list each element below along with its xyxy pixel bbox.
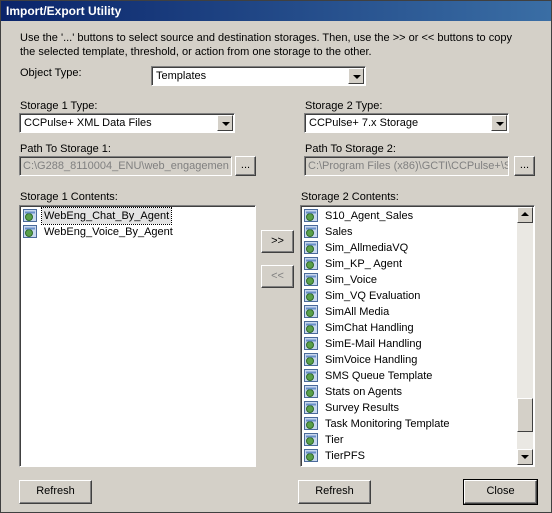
list-item-label: Survey Results bbox=[325, 402, 399, 414]
template-icon bbox=[304, 353, 320, 367]
instructions-text: Use the '...' buttons to select source a… bbox=[20, 32, 512, 58]
list-item-label: WebEng_Chat_By_Agent bbox=[40, 207, 173, 225]
list-item-label: SimVoice Handling bbox=[325, 354, 418, 366]
template-icon bbox=[304, 305, 320, 319]
template-icon bbox=[304, 385, 320, 399]
list-item-label: SMS Queue Template bbox=[325, 370, 433, 382]
template-icon bbox=[304, 337, 320, 351]
storage1-type-value: CCPulse+ XML Data Files bbox=[24, 117, 152, 129]
list-item-label: Sim_VQ Evaluation bbox=[325, 290, 421, 302]
list-item-label: SimAll Media bbox=[325, 306, 390, 318]
window-title: Import/Export Utility bbox=[1, 1, 551, 21]
storage1-type-select[interactable]: CCPulse+ XML Data Files bbox=[19, 113, 235, 133]
storage2-type-select[interactable]: CCPulse+ 7.x Storage bbox=[304, 113, 509, 133]
template-icon bbox=[304, 321, 320, 335]
template-icon bbox=[23, 225, 39, 239]
list-item-label: Sim_KP_ Agent bbox=[325, 258, 403, 270]
chevron-down-icon[interactable] bbox=[217, 115, 233, 131]
object-type-label: Object Type: bbox=[20, 67, 82, 79]
list-item-label: SimE-Mail Handling bbox=[325, 338, 422, 350]
list-item-label: Tier bbox=[325, 434, 344, 446]
storage1-browse-button[interactable]: ... bbox=[235, 156, 256, 176]
storage1-path-field[interactable]: C:\G288_8110004_ENU\web_engagemen bbox=[19, 156, 232, 176]
scrollbar-thumb[interactable] bbox=[517, 397, 533, 432]
template-icon bbox=[23, 209, 39, 223]
storage1-contents-label: Storage 1 Contents: bbox=[20, 191, 118, 203]
template-icon bbox=[304, 241, 320, 255]
list-item-label: S10_Agent_Sales bbox=[325, 210, 414, 222]
storage2-contents-label: Storage 2 Contents: bbox=[301, 191, 399, 203]
storage2-browse-button[interactable]: ... bbox=[514, 156, 535, 176]
storage1-refresh-button[interactable]: Refresh bbox=[19, 480, 92, 504]
template-icon bbox=[304, 369, 320, 383]
storage2-path-label: Path To Storage 2: bbox=[305, 143, 396, 155]
storage1-list[interactable]: WebEng_Chat_By_Agent WebEng_Voice_By_Age… bbox=[19, 205, 256, 467]
object-type-value: Templates bbox=[156, 70, 207, 82]
template-icon bbox=[304, 449, 320, 463]
storage2-list[interactable]: S10_Agent_Sales Sales Sim_AllmediaVQ Sim_KP… bbox=[300, 205, 535, 467]
template-icon bbox=[304, 209, 320, 223]
list-item-label: TierPFS bbox=[325, 450, 365, 462]
storage2-type-label: Storage 2 Type: bbox=[305, 100, 383, 112]
scroll-up-button[interactable] bbox=[517, 207, 533, 223]
template-icon bbox=[304, 273, 320, 287]
scroll-down-button[interactable] bbox=[517, 449, 533, 465]
storage1-path-value: C:\G288_8110004_ENU\web_engagemen bbox=[23, 160, 229, 172]
storage2-refresh-button[interactable]: Refresh bbox=[298, 480, 371, 504]
storage1-path-label: Path To Storage 1: bbox=[20, 143, 111, 155]
list-item-label: Task Monitoring Template bbox=[325, 418, 450, 430]
list-item-label: Sales bbox=[325, 226, 353, 238]
template-icon bbox=[304, 401, 320, 415]
template-icon bbox=[304, 433, 320, 447]
template-icon bbox=[304, 257, 320, 271]
storage2-path-value: C:\Program Files (x86)\GCTI\CCPulse+\St bbox=[308, 160, 509, 172]
copy-right-button[interactable]: >> bbox=[261, 230, 294, 253]
storage1-type-label: Storage 1 Type: bbox=[20, 100, 98, 112]
template-icon bbox=[304, 417, 320, 431]
object-type-select[interactable]: Templates bbox=[151, 66, 366, 86]
close-button[interactable]: Close bbox=[463, 479, 538, 505]
storage2-path-field[interactable]: C:\Program Files (x86)\GCTI\CCPulse+\St bbox=[304, 156, 509, 176]
template-icon bbox=[304, 225, 320, 239]
template-icon bbox=[304, 289, 320, 303]
list-item-label: SimChat Handling bbox=[325, 322, 414, 334]
storage2-type-value: CCPulse+ 7.x Storage bbox=[309, 117, 419, 129]
list-item-label: WebEng_Voice_By_Agent bbox=[44, 226, 173, 238]
scrollbar[interactable] bbox=[517, 207, 533, 465]
import-export-window: Import/Export Utility Use the '...' butt… bbox=[0, 0, 552, 513]
list-item-label: Sim_AllmediaVQ bbox=[325, 242, 409, 254]
list-item-label: Stats on Agents bbox=[325, 386, 403, 398]
copy-left-button[interactable]: << bbox=[261, 265, 294, 288]
list-item-label: Sim_Voice bbox=[325, 274, 377, 286]
chevron-down-icon[interactable] bbox=[491, 115, 507, 131]
chevron-down-icon[interactable] bbox=[348, 68, 364, 84]
